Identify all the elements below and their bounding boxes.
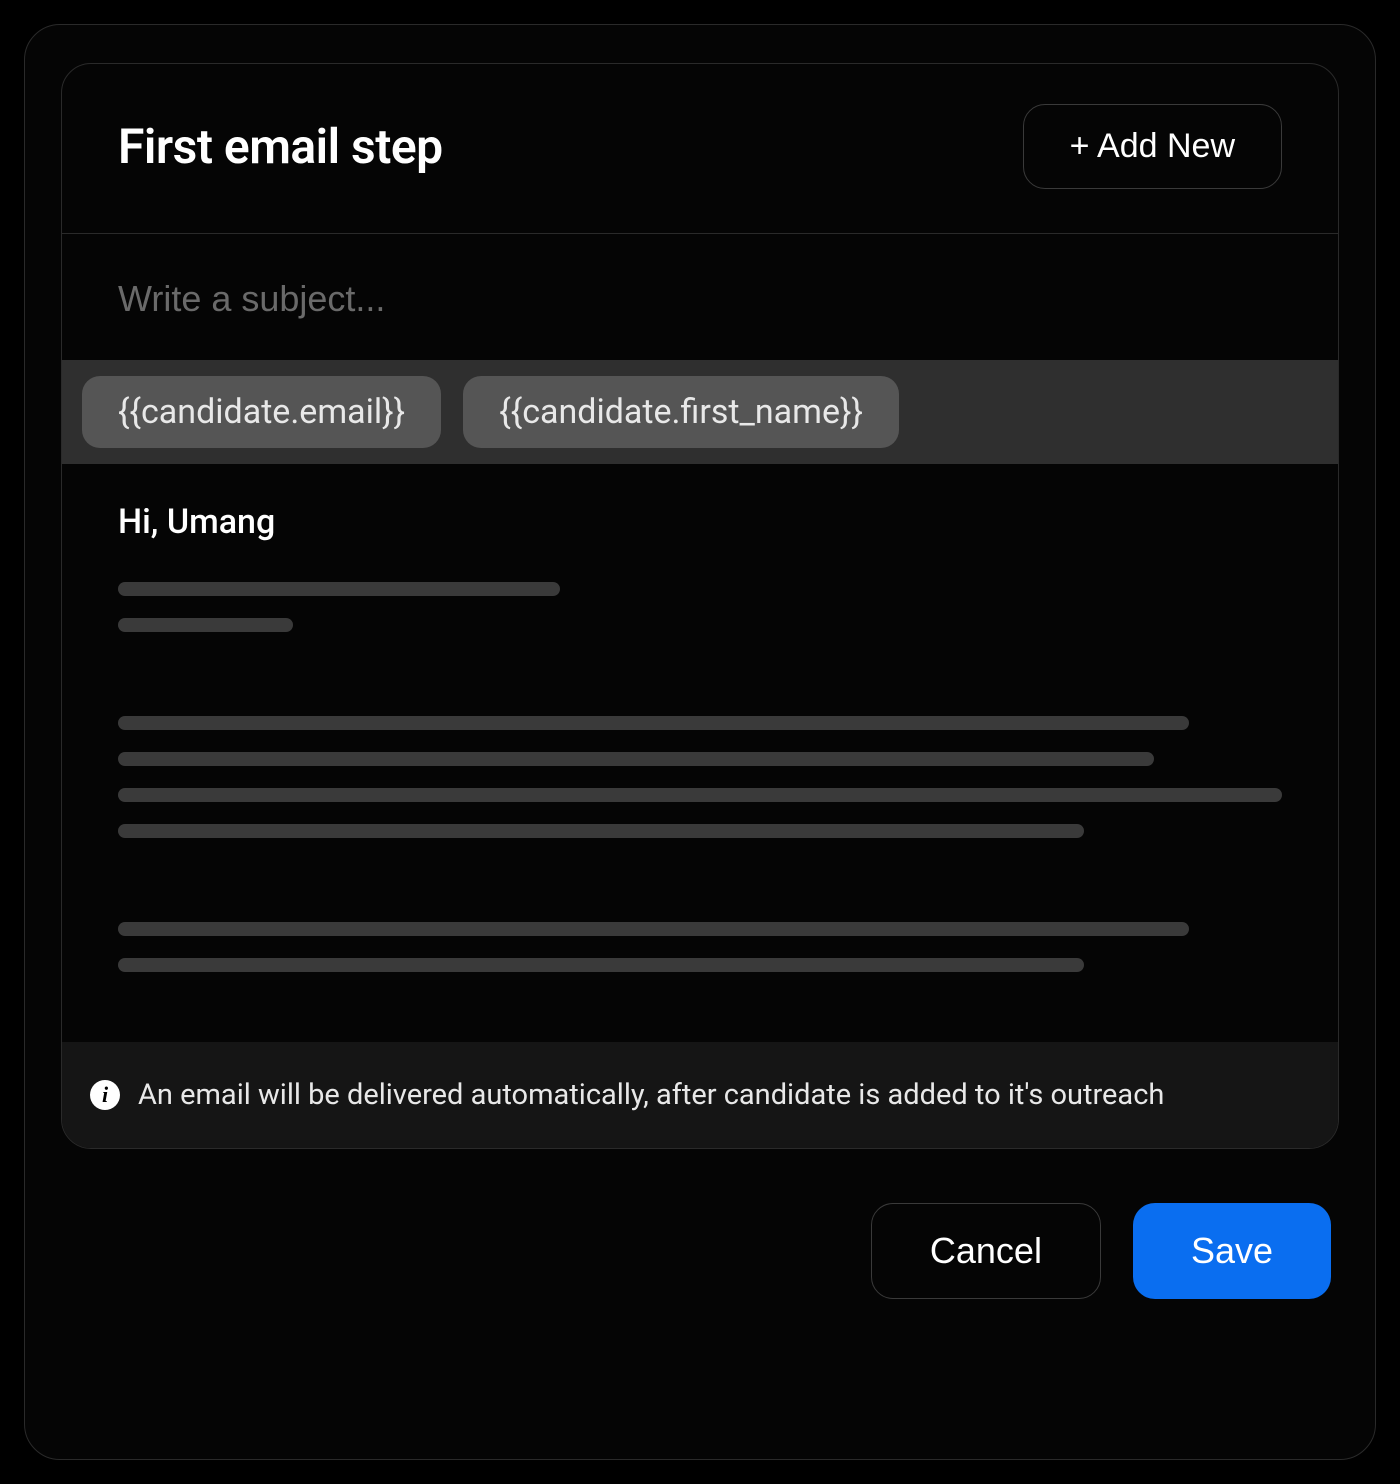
footer-text: An email will be delivered automatically… [138, 1078, 1164, 1112]
placeholder-paragraph-1 [118, 582, 1282, 632]
card-title: First email step [118, 118, 443, 175]
card-header: First email step + Add New [62, 64, 1338, 234]
subject-input[interactable] [118, 278, 1282, 320]
dialog-frame: First email step + Add New {{candidate.e… [24, 24, 1376, 1460]
actions-row: Cancel Save [61, 1203, 1339, 1299]
greeting-text: Hi, Umang [118, 502, 1282, 542]
chip-candidate-first-name[interactable]: {{candidate.first_name}} [463, 376, 899, 448]
info-icon: i [90, 1080, 120, 1110]
email-step-card: First email step + Add New {{candidate.e… [61, 63, 1339, 1149]
subject-row [62, 234, 1338, 360]
placeholder-paragraph-2 [118, 716, 1282, 838]
cancel-button[interactable]: Cancel [871, 1203, 1101, 1299]
save-button[interactable]: Save [1133, 1203, 1331, 1299]
placeholder-paragraph-3 [118, 922, 1282, 972]
email-body-area[interactable]: Hi, Umang [62, 464, 1338, 1042]
variable-chips-row: {{candidate.email}} {{candidate.first_na… [62, 360, 1338, 464]
chip-candidate-email[interactable]: {{candidate.email}} [82, 376, 441, 448]
add-new-button[interactable]: + Add New [1023, 104, 1282, 189]
footer-note: i An email will be delivered automatical… [62, 1042, 1338, 1148]
